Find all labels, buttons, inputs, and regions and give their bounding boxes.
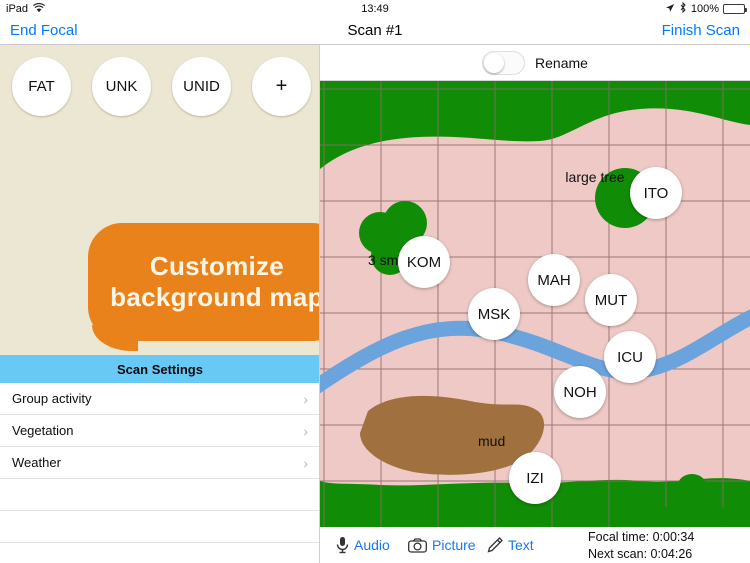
text-button[interactable]: Text	[486, 537, 534, 553]
setting-label: Weather	[12, 455, 61, 470]
setting-row-weather[interactable]: Weather ›	[0, 447, 319, 479]
next-scan-label: Next scan: 0:04:26	[588, 546, 693, 561]
battery-percent-label: 100%	[690, 3, 719, 15]
chevron-right-icon: ›	[303, 422, 308, 439]
audio-label: Audio	[354, 537, 390, 553]
left-panel: FAT UNK UNID + Customize background map …	[0, 45, 320, 563]
microphone-icon	[336, 536, 349, 554]
timers: Focal time: 0:00:34 Next scan: 0:04:26	[588, 529, 694, 563]
map-marker-msk[interactable]: MSK	[468, 288, 520, 340]
status-bar-clock: 13:49	[361, 3, 389, 15]
setting-label: Group activity	[12, 391, 92, 406]
battery-charging-icon	[723, 4, 747, 14]
navigation-bar: End Focal Scan #1 Finish Scan	[0, 18, 750, 45]
map-label-large-tree: large tree	[565, 169, 624, 185]
setting-row-empty	[0, 511, 319, 543]
finish-scan-button[interactable]: Finish Scan	[662, 22, 740, 39]
page-title: Scan #1	[347, 22, 403, 39]
map-marker-noh[interactable]: NOH	[554, 366, 606, 418]
add-subject-button[interactable]: +	[252, 57, 311, 116]
map-marker-mut[interactable]: MUT	[585, 274, 637, 326]
focal-time-label: Focal time: 0:00:34	[588, 530, 695, 544]
chevron-right-icon: ›	[303, 390, 308, 407]
subject-chip-row: FAT UNK UNID +	[0, 50, 319, 130]
scan-settings-list: Group activity › Vegetation › Weather ›	[0, 383, 319, 563]
camera-icon	[408, 537, 427, 553]
pencil-icon	[486, 537, 503, 553]
setting-row-group-activity[interactable]: Group activity ›	[0, 383, 319, 415]
rename-toggle[interactable]	[482, 50, 526, 75]
setting-row-empty	[0, 479, 319, 511]
setting-row-empty	[0, 543, 319, 563]
bottom-toolbar: Audio Picture Text Focal time: 0:00:34 N…	[320, 527, 750, 563]
right-panel: Rename large tree 3 small mud KOM ITO MA…	[320, 45, 750, 563]
bluetooth-icon	[679, 1, 687, 16]
picture-label: Picture	[432, 537, 476, 553]
map-label-mud: mud	[478, 433, 505, 449]
setting-row-vegetation[interactable]: Vegetation ›	[0, 415, 319, 447]
map-marker-kom[interactable]: KOM	[398, 236, 450, 288]
picture-button[interactable]: Picture	[408, 537, 476, 553]
map-marker-icu[interactable]: ICU	[604, 331, 656, 383]
setting-label: Vegetation	[12, 423, 74, 438]
chevron-right-icon: ›	[303, 454, 308, 471]
subject-chip-unk[interactable]: UNK	[92, 57, 151, 116]
rename-bar: Rename	[320, 45, 750, 81]
background-map[interactable]: large tree 3 small trees mud KOM ITO MAH…	[320, 81, 750, 527]
subject-chip-fat[interactable]: FAT	[12, 57, 71, 116]
status-bar-right: 100%	[665, 1, 747, 16]
text-label: Text	[508, 537, 534, 553]
audio-button[interactable]: Audio	[336, 536, 390, 554]
rename-label: Rename	[535, 54, 588, 71]
subject-chip-unid[interactable]: UNID	[172, 57, 231, 116]
status-bar: iPad 13:49 100%	[0, 0, 750, 18]
app-root: iPad 13:49 100% End Focal Scan #1 Finish…	[0, 0, 750, 563]
location-arrow-icon	[665, 3, 675, 16]
map-marker-mah[interactable]: MAH	[528, 254, 580, 306]
toggle-knob	[484, 52, 505, 73]
map-marker-izi[interactable]: IZI	[509, 452, 561, 504]
scan-settings-header: Scan Settings	[0, 355, 319, 383]
map-marker-ito[interactable]: ITO	[630, 167, 682, 219]
customize-background-map-callout[interactable]: Customize background map	[88, 223, 319, 341]
